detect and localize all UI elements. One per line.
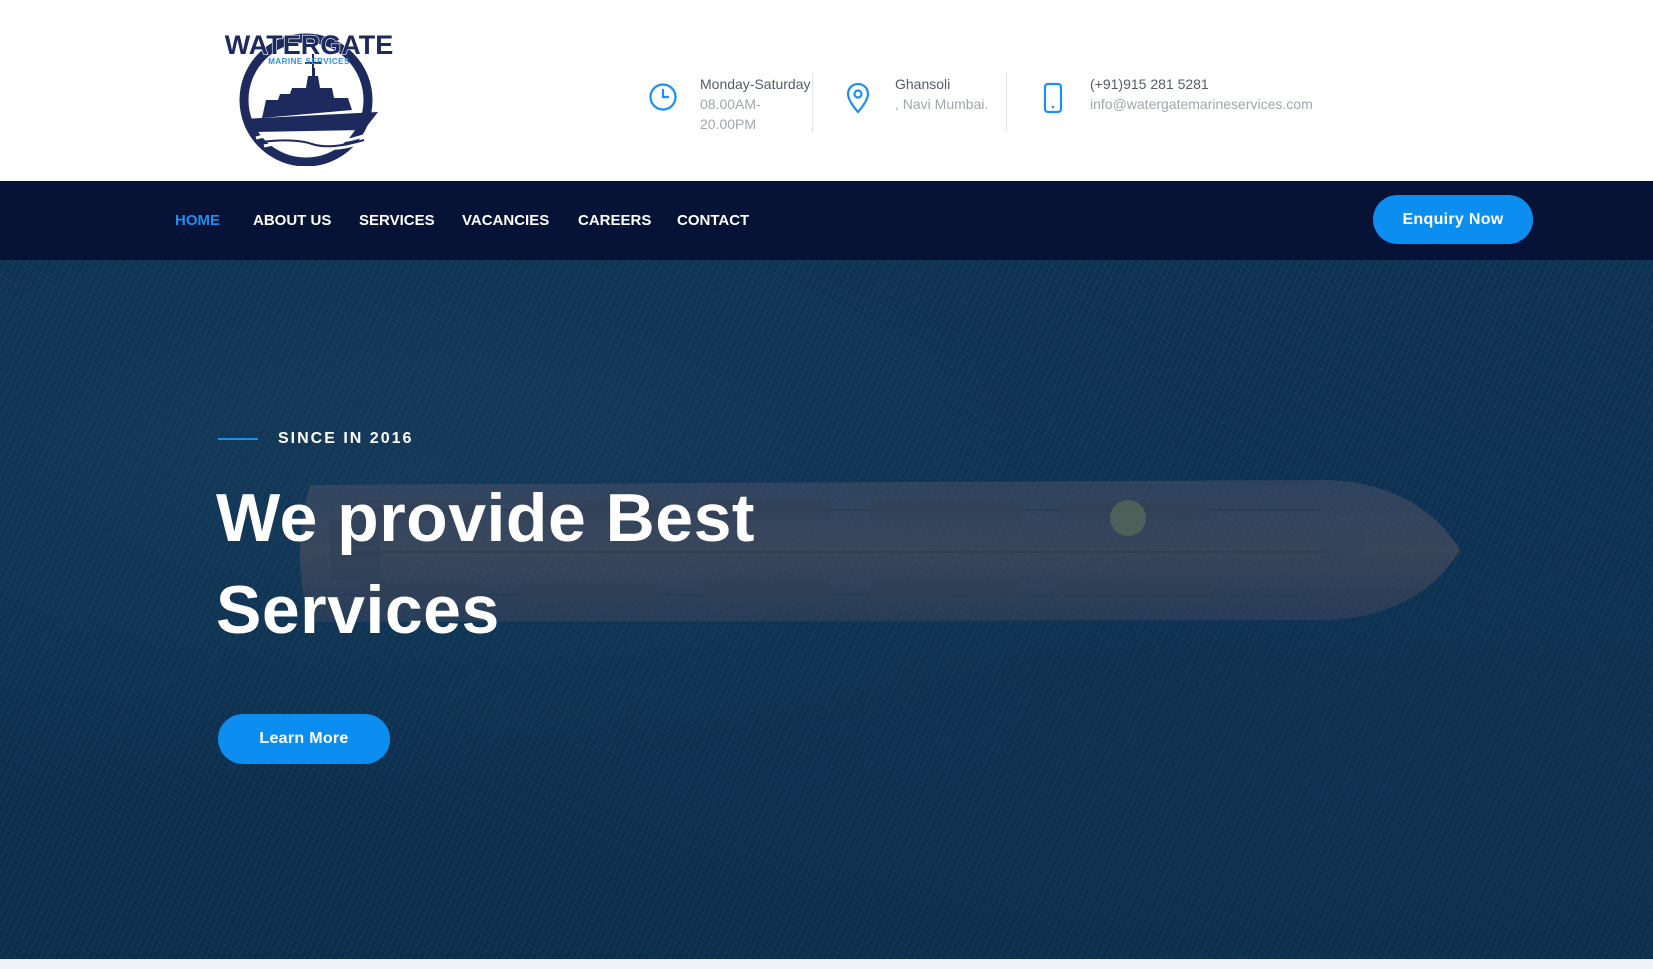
- mobile-phone-icon: [1036, 82, 1070, 114]
- logo-tagline: MARINE SERVICES: [268, 57, 350, 66]
- contact-email[interactable]: info@watergatemarineservices.com: [1090, 94, 1313, 114]
- eyebrow-accent-line: [218, 438, 258, 440]
- eyebrow-label: SINCE IN 2016: [278, 430, 414, 447]
- logo-wordmark: WATERGATE: [225, 30, 394, 60]
- nav-about-us[interactable]: ABOUT US: [253, 212, 331, 229]
- nav-contact[interactable]: CONTACT: [677, 212, 749, 229]
- headline-line1: We provide Best: [216, 480, 756, 556]
- hours-time-line2: 20.00PM: [700, 116, 757, 132]
- top-header: WATERGATE MARINE SERVICES Monday-Saturda…: [0, 0, 1653, 181]
- map-pin-icon: [841, 82, 875, 114]
- nav-vacancies[interactable]: VACANCIES: [462, 212, 549, 229]
- hours-time-line1: 08.00AM-: [700, 96, 761, 112]
- enquiry-now-button[interactable]: Enquiry Now: [1373, 195, 1533, 244]
- nav-services[interactable]: SERVICES: [359, 212, 435, 229]
- clock-icon: [646, 82, 680, 112]
- headline-line2: Services: [216, 572, 500, 648]
- page-bottom-strip: [0, 959, 1653, 969]
- location-line2: , Navi Mumbai.: [895, 96, 989, 112]
- hours-label: Monday-Saturday: [700, 76, 811, 92]
- header-hours: Monday-Saturday 08.00AM- 20.00PM: [646, 74, 811, 134]
- header-location: Ghansoli , Navi Mumbai.: [841, 74, 988, 114]
- nav-home[interactable]: HOME: [175, 212, 220, 229]
- header-divider: [812, 72, 813, 132]
- hero-eyebrow: SINCE IN 2016: [218, 430, 413, 448]
- learn-more-button[interactable]: Learn More: [218, 714, 390, 764]
- watergate-logo[interactable]: WATERGATE MARINE SERVICES: [214, 14, 404, 166]
- location-line1: Ghansoli: [895, 76, 951, 92]
- header-divider: [1006, 72, 1007, 132]
- hero-section: SINCE IN 2016 We provide Best Services L…: [0, 260, 1653, 959]
- nav-careers[interactable]: CAREERS: [578, 212, 651, 229]
- hero-headline: We provide Best Services: [216, 472, 755, 656]
- contact-phone[interactable]: (+91)915 281 5281: [1090, 74, 1313, 94]
- header-contact: (+91)915 281 5281 info@watergatemarinese…: [1036, 74, 1313, 114]
- logo-graphic: WATERGATE MARINE SERVICES: [224, 29, 394, 166]
